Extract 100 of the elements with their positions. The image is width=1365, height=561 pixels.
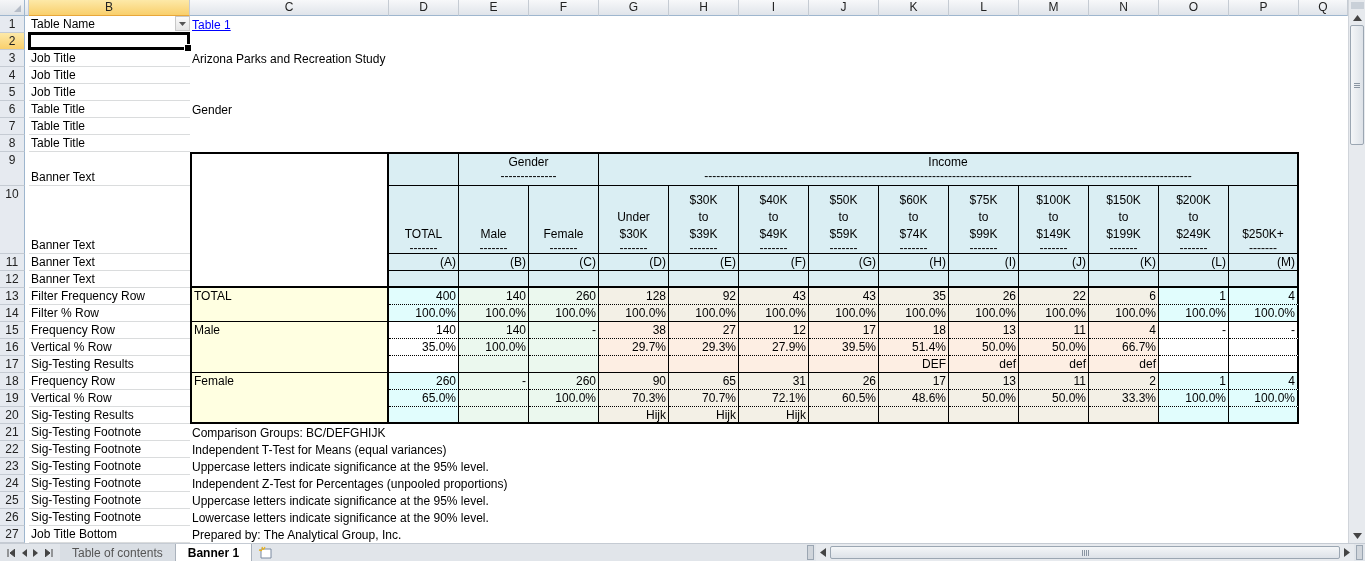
sheet-tab[interactable]: Table of contents <box>60 544 176 561</box>
row-header[interactable]: 14 <box>0 305 25 322</box>
row-header[interactable]: 1 <box>0 16 25 33</box>
row-label: Frequency Row <box>31 323 116 338</box>
table-cell: 4 <box>1229 288 1299 305</box>
sheet-text: Uppercase letters indicate significance at the 95% level. <box>192 460 489 475</box>
table-link[interactable]: Table 1 <box>192 18 231 33</box>
column-letter: (M) <box>1229 254 1299 271</box>
table-cell: 66.7% <box>1089 339 1159 356</box>
column-header[interactable]: Q <box>1299 0 1348 16</box>
column-header[interactable]: P <box>1229 0 1299 16</box>
table-cell: 100.0% <box>949 305 1019 322</box>
row-header[interactable]: 7 <box>0 118 25 135</box>
row-header[interactable]: 18 <box>0 373 25 390</box>
table-cell: 13 <box>949 373 1019 390</box>
table-cell: 100.0% <box>1229 390 1299 407</box>
row-label: Banner Text <box>31 255 95 270</box>
table-cell: 50.0% <box>1019 339 1089 356</box>
column-heading: $150K to $199K <box>1106 192 1141 243</box>
table-cell: 29.3% <box>669 339 739 356</box>
table-cell: 22 <box>1019 288 1089 305</box>
row-header[interactable]: 10 <box>0 186 25 254</box>
dash-rule: ------- <box>759 243 788 253</box>
row-header[interactable]: 27 <box>0 526 25 543</box>
dash-rule: ------- <box>479 243 508 253</box>
table-cell: 6 <box>1089 288 1159 305</box>
dash-rule: ------- <box>619 243 648 253</box>
row-header[interactable]: 3 <box>0 50 25 67</box>
row-header[interactable]: 22 <box>0 441 25 458</box>
row-header[interactable]: 12 <box>0 271 25 288</box>
row-label: Job Title <box>31 68 76 83</box>
table-cell: 100.0% <box>389 305 459 322</box>
row-label: Table Title <box>31 102 86 117</box>
table-cell: 100.0% <box>459 305 529 322</box>
column-letter: (B) <box>459 254 529 271</box>
column-header[interactable]: D <box>389 0 459 16</box>
row-label: Sig-Testing Footnote <box>31 493 142 508</box>
row-header[interactable]: 6 <box>0 101 25 118</box>
column-header[interactable]: F <box>529 0 599 16</box>
row-header[interactable]: 16 <box>0 339 25 356</box>
column-letter: (K) <box>1089 254 1159 271</box>
row-header[interactable]: 21 <box>0 424 25 441</box>
row-header[interactable]: 24 <box>0 475 25 492</box>
sheet-tab[interactable]: Banner 1 <box>175 544 253 561</box>
table-cell: 13 <box>949 322 1019 339</box>
table-cell: 31 <box>739 373 809 390</box>
table-cell: 50.0% <box>1019 390 1089 407</box>
row-header[interactable]: 20 <box>0 407 25 424</box>
table-cell: 100.0% <box>879 305 949 322</box>
row-header[interactable]: 4 <box>0 67 25 84</box>
table-cell: 43 <box>739 288 809 305</box>
column-header[interactable]: K <box>879 0 949 16</box>
row-header[interactable]: 11 <box>0 254 25 271</box>
sheet-text: Uppercase letters indicate significance at the 95% level. <box>192 494 489 509</box>
column-header[interactable]: B <box>29 0 190 16</box>
row-label: Sig-Testing Footnote <box>31 476 142 491</box>
column-heading: $30K to $39K <box>689 192 718 243</box>
sheet-text: Independent T-Test for Means (equal variances) <box>192 443 447 458</box>
dash-rule: -------------- <box>500 171 557 181</box>
column-header[interactable]: H <box>669 0 739 16</box>
table-cell: 27 <box>669 322 739 339</box>
row-header[interactable]: 2 <box>0 33 25 50</box>
table-cell: 100.0% <box>1089 305 1159 322</box>
column-header[interactable]: C <box>190 0 389 16</box>
table-cell: def <box>1019 356 1089 373</box>
table-cell: 140 <box>389 322 459 339</box>
row-label: Filter Frequency Row <box>31 289 146 304</box>
column-header[interactable]: E <box>459 0 529 16</box>
column-letter: (F) <box>739 254 809 271</box>
table-cell: 70.7% <box>669 390 739 407</box>
dash-rule: ------- <box>689 243 718 253</box>
row-header[interactable]: 23 <box>0 458 25 475</box>
dash-rule: ------- <box>1109 243 1138 253</box>
row-header[interactable]: 25 <box>0 492 25 509</box>
column-header[interactable]: J <box>809 0 879 16</box>
row-header[interactable]: 15 <box>0 322 25 339</box>
column-header[interactable]: G <box>599 0 669 16</box>
table-cell: 140 <box>459 322 529 339</box>
row-group-label: Male <box>190 322 389 373</box>
column-header[interactable]: O <box>1159 0 1229 16</box>
sheet-text: Comparison Groups: BC/DEFGHIJK <box>192 426 386 441</box>
row-header[interactable]: 26 <box>0 509 25 526</box>
row-group-label: Female <box>190 373 389 424</box>
table-cell: 128 <box>599 288 669 305</box>
row-header[interactable]: 9 <box>0 152 25 186</box>
table-cell: 100.0% <box>1229 305 1299 322</box>
table-cell: 260 <box>529 373 599 390</box>
dash-rule: ------- <box>549 243 578 253</box>
row-header[interactable]: 19 <box>0 390 25 407</box>
row-header[interactable]: 8 <box>0 135 25 152</box>
row-label: Vertical % Row <box>31 340 112 355</box>
column-header[interactable]: I <box>739 0 809 16</box>
column-header[interactable]: N <box>1089 0 1159 16</box>
row-header[interactable]: 17 <box>0 356 25 373</box>
column-heading: TOTAL <box>404 226 443 243</box>
row-header[interactable]: 13 <box>0 288 25 305</box>
table-cell: 90 <box>599 373 669 390</box>
row-header[interactable]: 5 <box>0 84 25 101</box>
column-header[interactable]: L <box>949 0 1019 16</box>
column-header[interactable]: M <box>1019 0 1089 16</box>
